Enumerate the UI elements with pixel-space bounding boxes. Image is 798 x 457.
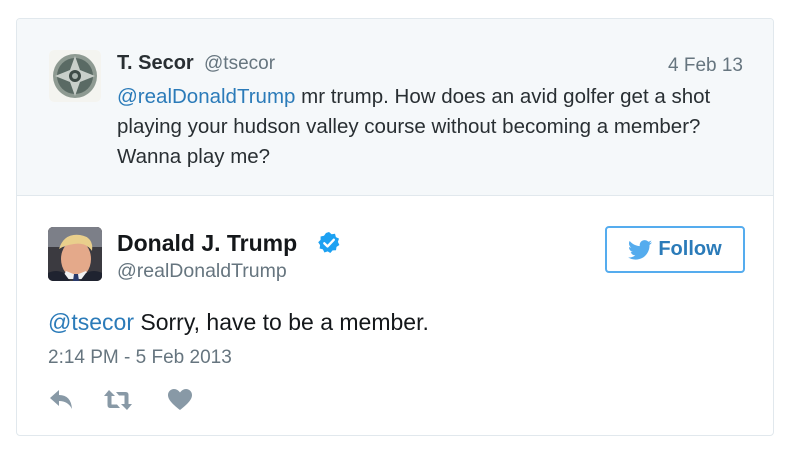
twitter-bird-icon — [628, 239, 653, 260]
retweet-icon[interactable] — [103, 387, 133, 413]
main-text-body: Sorry, have to be a member. — [133, 309, 429, 335]
follow-label: Follow — [658, 238, 722, 260]
follow-button[interactable]: Follow — [605, 226, 745, 273]
parent-text-line2: playing your hudson valley course withou… — [117, 115, 701, 138]
parent-text-line1: mr trump. How does an avid golfer get a … — [295, 85, 711, 108]
main-handle[interactable]: @realDonaldTrump — [117, 260, 287, 283]
parent-tweet[interactable]: T. Secor @tsecor 4 Feb 13 @realDonaldTru… — [17, 19, 773, 196]
main-display-name[interactable]: Donald J. Trump — [117, 230, 297, 257]
reply-icon[interactable] — [47, 387, 75, 413]
mention-link[interactable]: @realDonaldTrump — [117, 85, 295, 108]
parent-text-line3: Wanna play me? — [117, 145, 271, 168]
parent-date[interactable]: 4 Feb 13 — [668, 55, 743, 77]
parent-display-name[interactable]: T. Secor — [117, 52, 194, 75]
tweet-embed-card: T. Secor @tsecor 4 Feb 13 @realDonaldTru… — [16, 18, 774, 436]
verified-badge-icon — [318, 232, 340, 253]
trump-avatar[interactable] — [48, 227, 102, 281]
main-tweet-text: @tsecor Sorry, have to be a member. — [48, 309, 429, 336]
tweet-timestamp[interactable]: 2:14 PM - 5 Feb 2013 — [48, 347, 232, 369]
like-icon[interactable] — [167, 387, 193, 413]
tsecor-avatar[interactable] — [49, 50, 101, 102]
parent-tweet-text: @realDonaldTrump mr trump. How does an a… — [117, 82, 757, 172]
parent-handle[interactable]: @tsecor — [204, 53, 275, 75]
reply-mention-link[interactable]: @tsecor — [48, 309, 134, 335]
